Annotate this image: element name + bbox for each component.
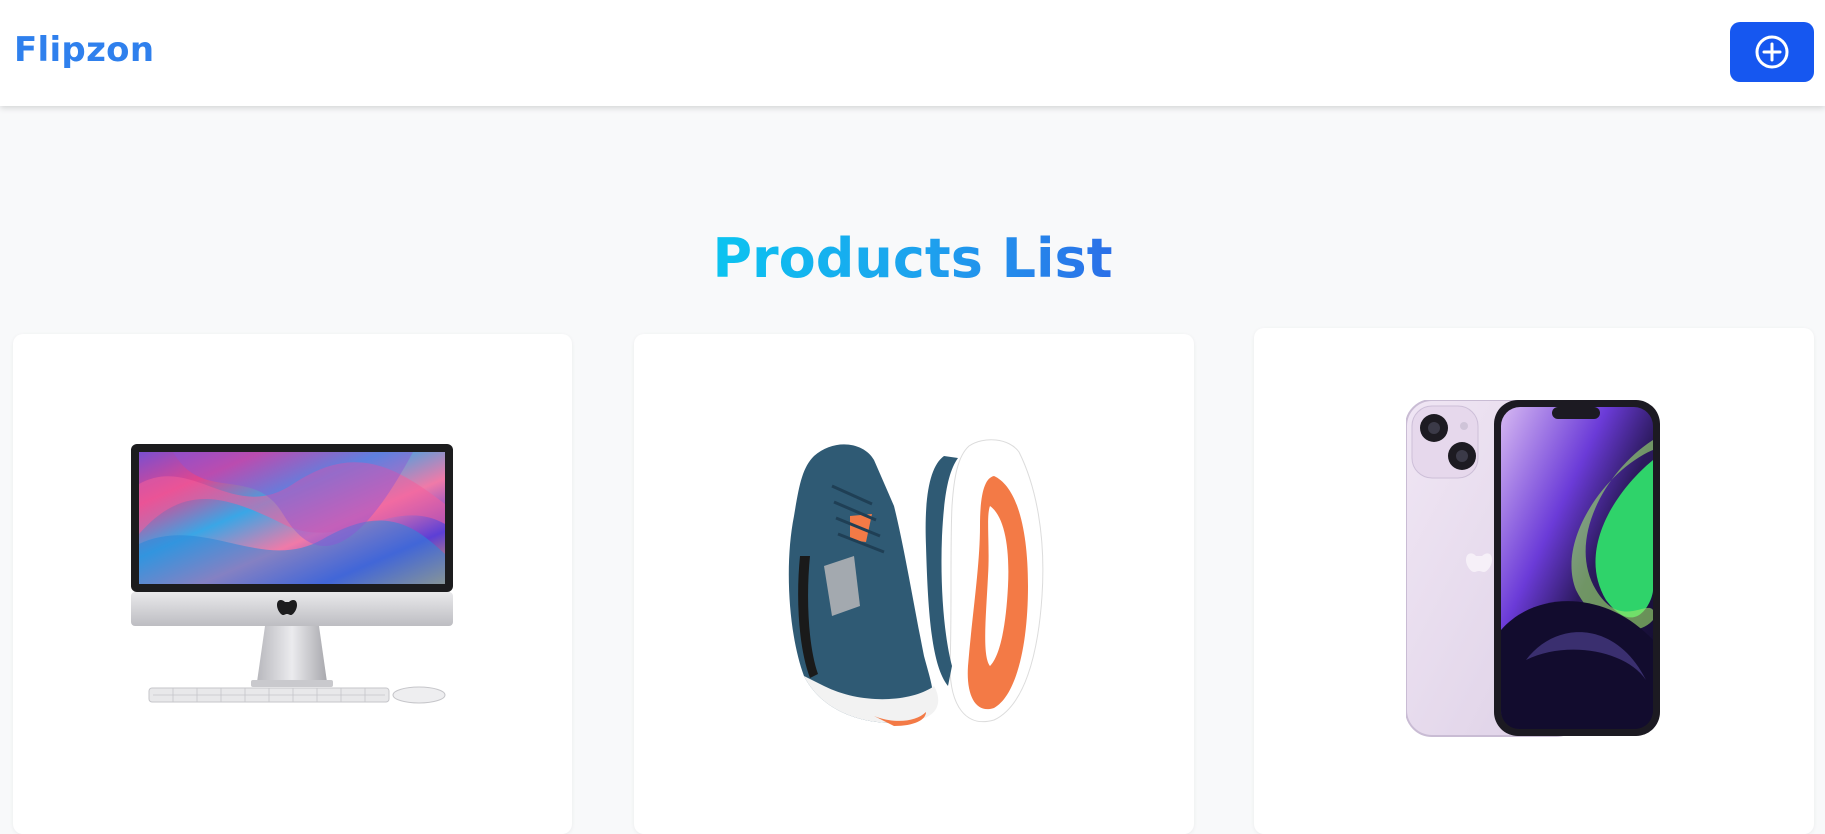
imac-desktop-image	[131, 444, 453, 704]
iphone-purple-image	[1406, 400, 1660, 737]
product-card[interactable]	[13, 334, 572, 834]
plus-circle-icon	[1755, 35, 1789, 69]
product-card[interactable]	[1254, 328, 1814, 834]
add-product-button[interactable]	[1730, 22, 1814, 82]
brand-logo[interactable]: Flipzon	[14, 30, 154, 70]
navbar: Flipzon	[0, 0, 1825, 106]
product-card[interactable]	[634, 334, 1194, 834]
running-shoes-image	[788, 439, 1044, 726]
page-title: Products List	[712, 227, 1113, 290]
